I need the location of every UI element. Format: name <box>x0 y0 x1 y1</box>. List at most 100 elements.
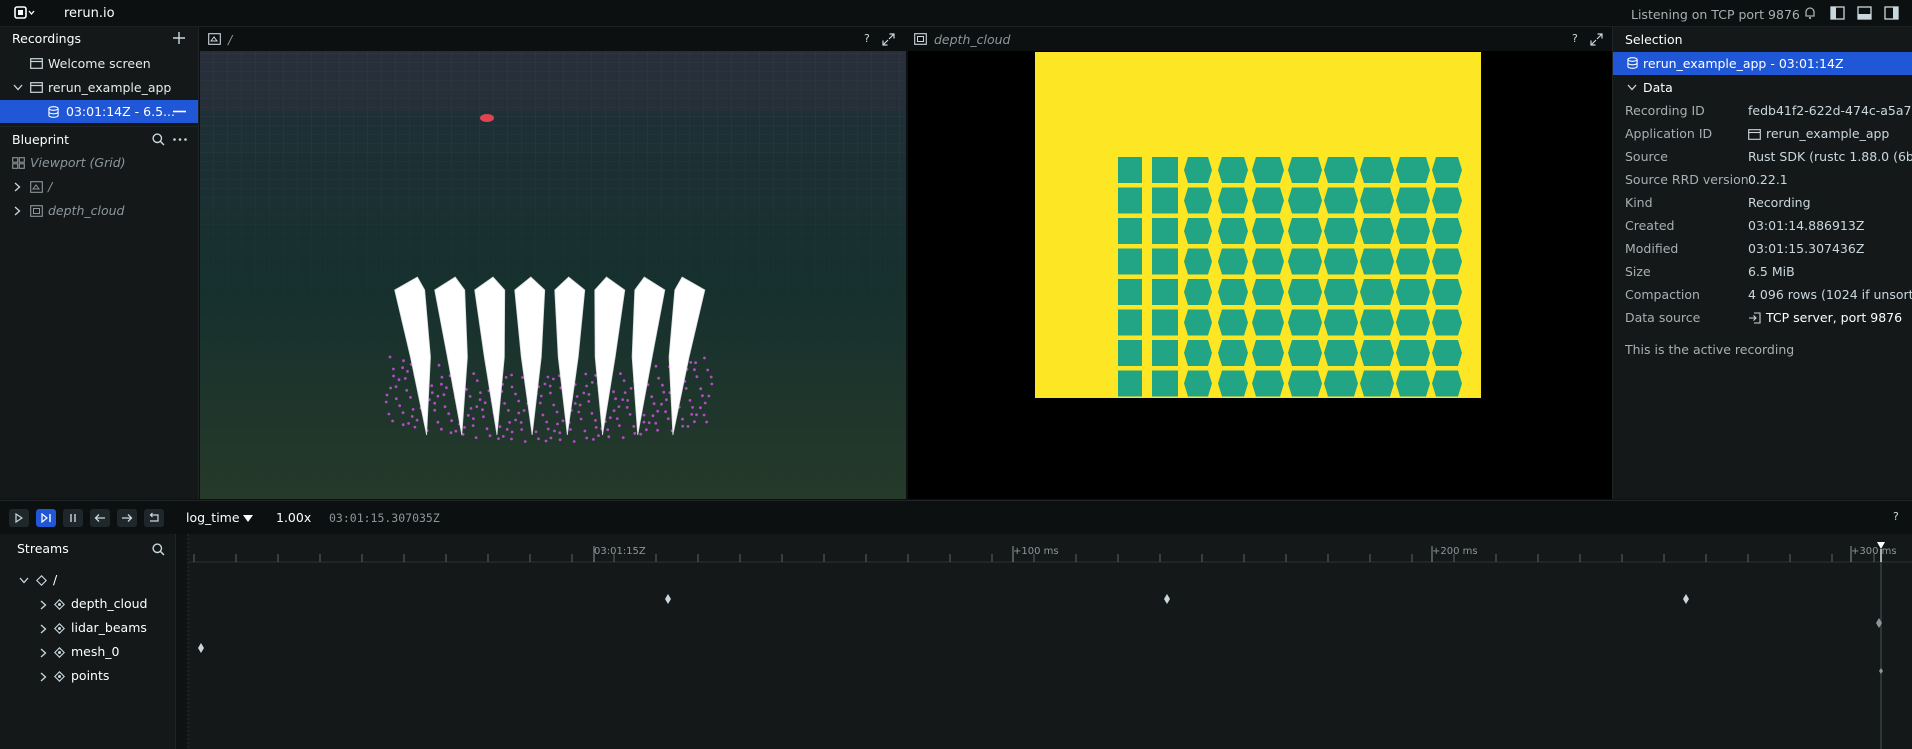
right-panel-icon[interactable] <box>1884 6 1899 20</box>
depth-cell <box>1396 279 1430 305</box>
more-options-icon[interactable] <box>173 138 187 141</box>
chevron-right-icon[interactable] <box>40 600 47 610</box>
chevron-right-icon[interactable] <box>40 648 47 658</box>
spatial-3d-canvas[interactable] <box>200 27 906 499</box>
depth-cell <box>1152 370 1178 397</box>
recording-item-welcome[interactable]: Welcome screen <box>0 52 198 75</box>
recordings-header: Recordings <box>0 27 198 49</box>
bottom-panel-icon[interactable] <box>1857 6 1872 20</box>
spatial-3d-header: / ? <box>200 27 906 51</box>
help-icon[interactable]: ? <box>1572 32 1578 45</box>
depth-cell <box>1152 157 1178 183</box>
chevron-down-icon[interactable] <box>1627 84 1637 91</box>
lidar-point <box>472 417 475 420</box>
lidar-point <box>510 430 514 434</box>
search-icon[interactable] <box>152 543 165 556</box>
lidar-point <box>553 429 556 433</box>
stream-mesh-0[interactable]: mesh_0 <box>0 640 176 664</box>
depth-cell <box>1252 279 1284 305</box>
depth-cell <box>1360 187 1394 214</box>
rerun-menu-button[interactable] <box>14 6 36 20</box>
timeline-selector[interactable]: log_time <box>186 510 240 525</box>
depth-cell <box>1184 157 1212 183</box>
depth-cell <box>1118 340 1142 366</box>
lidar-point <box>510 373 513 377</box>
lidar-point <box>445 386 448 390</box>
event-marker[interactable] <box>1879 668 1883 674</box>
loop-button[interactable] <box>144 509 164 527</box>
triangle-down-icon[interactable] <box>243 515 253 522</box>
depth-cell <box>1152 187 1178 214</box>
play-button[interactable] <box>9 509 29 527</box>
lidar-point <box>549 436 553 440</box>
lidar-point <box>693 420 696 424</box>
field-key: Data source <box>1625 310 1701 325</box>
help-icon[interactable]: ? <box>864 32 870 45</box>
depth-cell <box>1288 340 1322 366</box>
event-marker[interactable] <box>665 594 671 604</box>
recording-item-app[interactable]: rerun_example_app <box>0 76 198 99</box>
blueprint-item-3d[interactable]: / <box>0 175 198 198</box>
follow-button[interactable] <box>36 509 56 527</box>
lidar-point <box>552 403 556 407</box>
pause-icon <box>70 514 76 522</box>
lidar-point <box>450 419 453 423</box>
blueprint-item-depth-cloud[interactable]: depth_cloud <box>0 199 198 222</box>
recording-item-active[interactable]: 03:01:14Z - 6.5... <box>0 100 198 123</box>
lidar-point <box>688 399 692 402</box>
lidar-point <box>590 412 594 415</box>
spatial-2d-view[interactable] <box>908 27 1612 499</box>
stream-points[interactable]: points <box>0 664 176 688</box>
lidar-point <box>664 410 667 414</box>
data-section-header[interactable]: Data <box>1613 76 1912 99</box>
arrow-left-icon <box>94 514 105 522</box>
left-panel-icon[interactable] <box>1830 6 1845 20</box>
lidar-point <box>645 428 648 432</box>
spatial-3d-view[interactable] <box>200 27 906 499</box>
recording-item-label: rerun_example_app <box>48 80 172 95</box>
chevron-right-icon[interactable] <box>14 182 21 192</box>
current-time[interactable]: 03:01:15.307035Z <box>329 511 440 525</box>
event-marker[interactable] <box>198 643 204 653</box>
blueprint-item-label: depth_cloud <box>48 203 125 218</box>
step-forward-button[interactable] <box>117 509 137 527</box>
time-controls: log_time 1.00x 03:01:15.307035Z ? <box>0 500 1912 534</box>
search-icon[interactable] <box>152 133 165 146</box>
time-panel[interactable]: 03:01:15Z +100 ms +200 ms +300 ms <box>176 534 1912 749</box>
stream-lidar-beams[interactable]: lidar_beams <box>0 616 176 640</box>
lidar-point <box>503 402 506 405</box>
depth-image-canvas[interactable] <box>908 27 1612 499</box>
maximize-icon[interactable] <box>882 33 895 46</box>
chevron-down-icon[interactable] <box>13 84 23 91</box>
pause-button[interactable] <box>63 509 83 527</box>
lidar-point <box>614 397 617 401</box>
lidar-point <box>401 423 405 427</box>
chevron-right-icon[interactable] <box>14 206 21 216</box>
step-back-button[interactable] <box>90 509 110 527</box>
chevron-down-icon[interactable] <box>19 577 29 584</box>
bell-icon[interactable] <box>1803 6 1817 20</box>
time-ruler[interactable] <box>176 534 1912 749</box>
event-marker[interactable] <box>1683 594 1689 604</box>
lidar-point <box>387 412 391 416</box>
lidar-point <box>585 384 588 388</box>
lidar-point <box>543 382 547 386</box>
lidar-point <box>632 425 636 428</box>
chevron-right-icon[interactable] <box>40 672 47 682</box>
add-icon[interactable] <box>172 31 186 45</box>
selection-item[interactable]: rerun_example_app - 03:01:14Z <box>1613 52 1912 75</box>
playback-speed[interactable]: 1.00x <box>276 510 311 525</box>
field-value[interactable]: rerun_example_app <box>1766 126 1889 141</box>
field-value[interactable]: fedb41f2-622d-474c-a5a7 <box>1748 103 1912 118</box>
lidar-point <box>437 363 441 367</box>
event-marker[interactable] <box>1164 594 1170 604</box>
help-icon[interactable]: ? <box>1893 510 1899 523</box>
blueprint-viewport[interactable]: Viewport (Grid) <box>0 151 198 174</box>
selection-panel: Selection rerun_example_app - 03:01:14Z … <box>1612 27 1912 499</box>
chevron-right-icon[interactable] <box>40 624 47 634</box>
follow-icon <box>41 513 51 523</box>
stream-depth-cloud[interactable]: depth_cloud <box>0 592 176 616</box>
maximize-icon[interactable] <box>1590 33 1603 46</box>
remove-icon[interactable] <box>173 110 186 113</box>
stream-root[interactable]: / <box>0 568 176 592</box>
